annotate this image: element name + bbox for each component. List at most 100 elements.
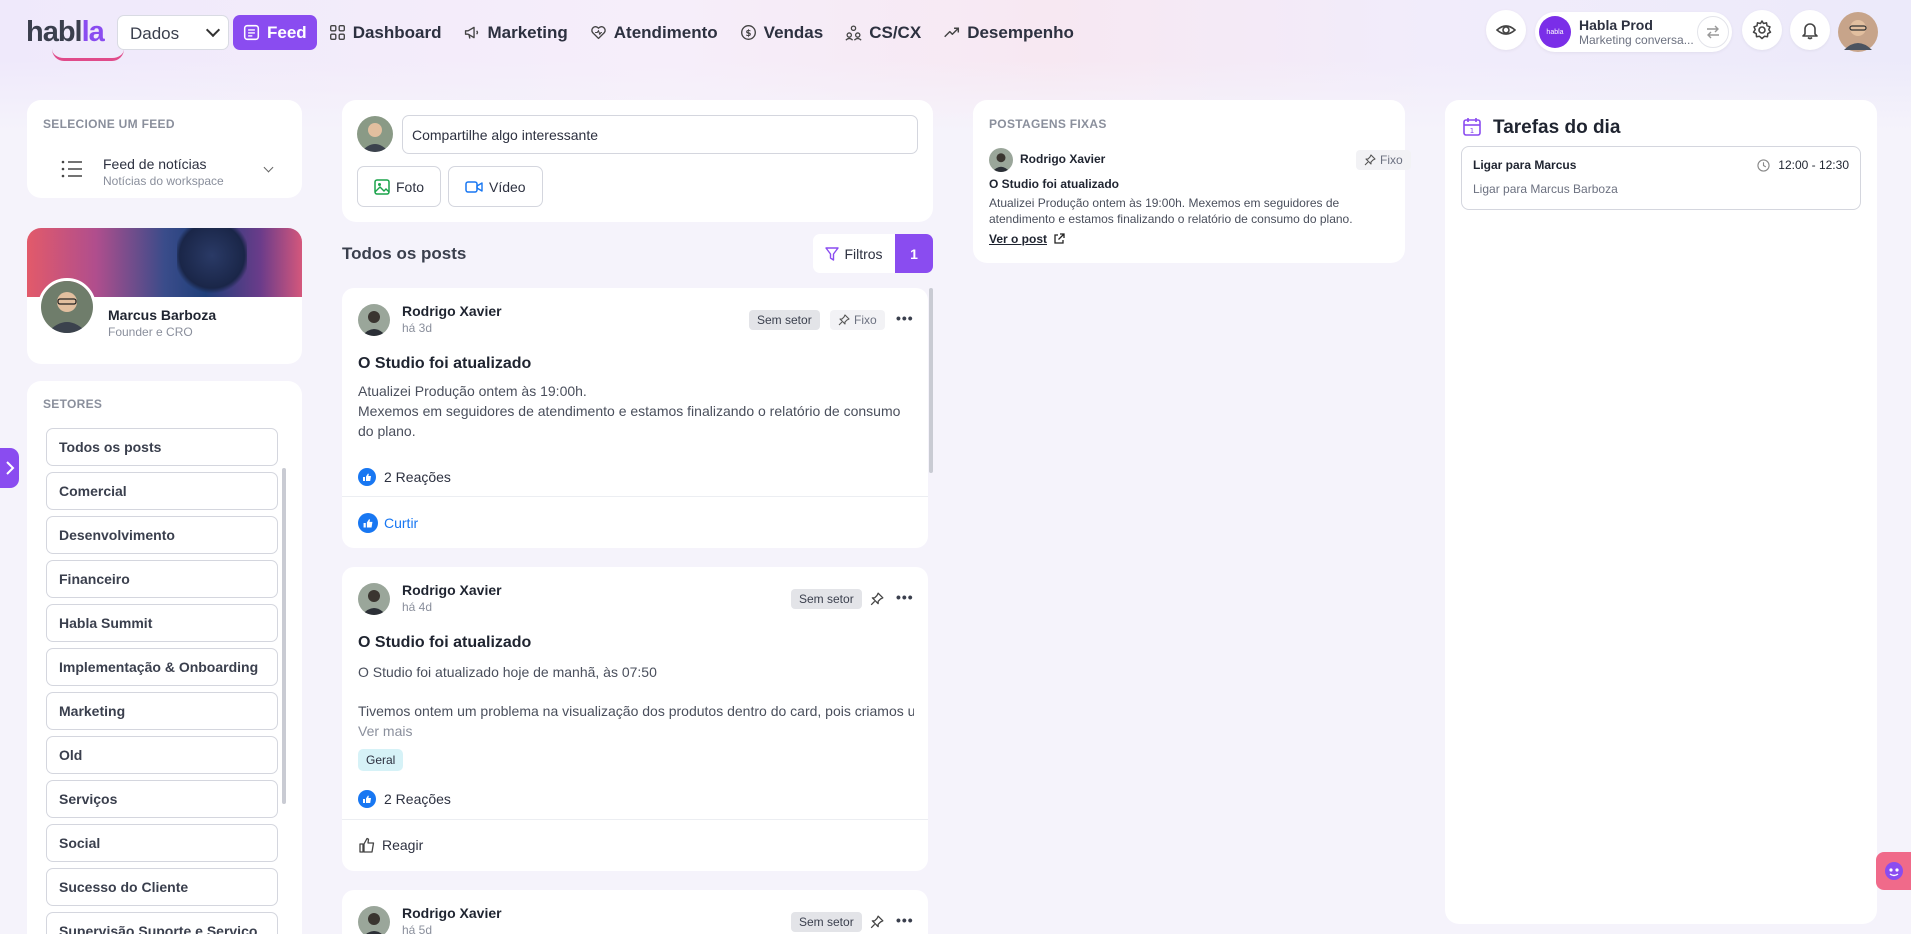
- like-reaction-icon: [358, 468, 376, 486]
- sector-item[interactable]: Todos os posts: [46, 428, 278, 466]
- post-body: Atualizei Produção ontem às 19:00h. Mexe…: [358, 383, 901, 439]
- nav-desempenho[interactable]: Desempenho: [933, 15, 1084, 50]
- megaphone-icon: [465, 26, 479, 39]
- post-author-avatar[interactable]: [358, 906, 390, 934]
- sector-item[interactable]: Marketing: [46, 692, 278, 730]
- chat-bot-icon: [1884, 862, 1903, 880]
- nav-desempenho-label: Desempenho: [967, 22, 1074, 42]
- video-button[interactable]: Vídeo: [448, 166, 543, 207]
- pinned-badge-label: Fixo: [854, 313, 877, 327]
- more-options-icon[interactable]: •••: [896, 310, 914, 326]
- nav-atendimento[interactable]: Atendimento: [580, 15, 728, 50]
- bell-icon: [1802, 23, 1818, 40]
- user-avatar[interactable]: [1838, 12, 1878, 52]
- view-post-link[interactable]: Ver o post: [989, 232, 1065, 246]
- pinned-author-avatar: [989, 148, 1013, 172]
- sector-item[interactable]: Sucesso do Cliente: [46, 868, 278, 906]
- sectors-scrollbar[interactable]: [282, 468, 286, 804]
- composer-input[interactable]: Compartilhe algo interessante: [402, 115, 918, 154]
- task-item[interactable]: Ligar para Marcus 12:00 - 12:30 Ligar pa…: [1461, 146, 1861, 210]
- sector-item[interactable]: Implementação & Onboarding: [46, 648, 278, 686]
- profile-avatar[interactable]: [38, 278, 96, 336]
- sector-item[interactable]: Serviços: [46, 780, 278, 818]
- react-button[interactable]: Reagir: [358, 836, 423, 854]
- more-options-icon[interactable]: •••: [896, 589, 914, 605]
- more-options-icon[interactable]: •••: [896, 912, 914, 928]
- app-logo[interactable]: hablla: [26, 16, 124, 61]
- nav-cscx[interactable]: CS/CX: [835, 15, 931, 50]
- nav-feed-label: Feed: [267, 22, 307, 42]
- account-logo: habla: [1539, 16, 1571, 48]
- post-tag[interactable]: Geral: [358, 749, 404, 771]
- support-chat-button[interactable]: [1876, 852, 1911, 890]
- pin-icon: [1364, 154, 1376, 166]
- clock-icon: [1757, 158, 1770, 172]
- filters-count-badge[interactable]: 1: [895, 234, 933, 273]
- sector-item[interactable]: Old: [46, 736, 278, 774]
- like-reaction-icon: [358, 790, 376, 808]
- external-link-icon: [1054, 233, 1065, 244]
- swap-icon: [1707, 25, 1719, 39]
- svg-text:$: $: [745, 29, 751, 39]
- pinned-fixo-label: Fixo: [1380, 153, 1403, 167]
- photo-button-label: Foto: [396, 178, 425, 195]
- sector-item[interactable]: Desenvolvimento: [46, 516, 278, 554]
- settings-button[interactable]: [1742, 10, 1782, 50]
- task-time: 12:00 - 12:30: [1757, 158, 1849, 172]
- pinned-posts-card: POSTAGENS FIXAS Rodrigo Xavier O Studio …: [973, 100, 1405, 263]
- logo-swoosh: [52, 49, 124, 61]
- see-more-link[interactable]: Ver mais: [358, 721, 412, 741]
- like-button-label: Curtir: [384, 515, 419, 531]
- sector-item[interactable]: Comercial: [46, 472, 278, 510]
- account-subtitle: Marketing conversa...: [1579, 33, 1694, 47]
- profile-avatar-image: [41, 281, 93, 333]
- pinned-fixo-badge[interactable]: Fixo: [1356, 150, 1411, 170]
- photo-button[interactable]: Foto: [357, 166, 442, 207]
- account-switcher[interactable]: habla Habla Prod Marketing conversa...: [1535, 12, 1732, 52]
- workspace-dropdown[interactable]: Dados: [117, 15, 229, 50]
- swap-account-button[interactable]: [1697, 16, 1729, 48]
- like-button[interactable]: Curtir: [358, 513, 418, 533]
- feed-scrollbar[interactable]: [929, 288, 933, 473]
- post-time: há 4d: [402, 600, 433, 614]
- pinned-post-body: Atualizei Produção ontem às 19:00h. Mexe…: [989, 196, 1353, 226]
- feed-selector-title[interactable]: Feed de notícias: [103, 156, 207, 172]
- feed-title: Todos os posts: [342, 244, 467, 263]
- grid-icon: [329, 25, 345, 40]
- nav-marketing[interactable]: Marketing: [453, 15, 577, 50]
- filters-button[interactable]: Filtros: [813, 234, 895, 273]
- pin-icon[interactable]: [870, 915, 884, 934]
- notifications-button[interactable]: [1790, 10, 1830, 50]
- sector-item[interactable]: Financeiro: [46, 560, 278, 598]
- nav-cscx-label: CS/CX: [869, 22, 922, 42]
- users-icon: [845, 25, 862, 41]
- sector-item[interactable]: Habla Summit: [46, 604, 278, 642]
- filters-control: Filtros 1: [813, 234, 933, 273]
- pinned-heading: POSTAGENS FIXAS: [989, 117, 1107, 131]
- sidebar-toggle-button[interactable]: [0, 448, 19, 488]
- feed-selector-heading: SELECIONE UM FEED: [43, 117, 175, 131]
- gear-icon: [1752, 20, 1772, 40]
- pinned-badge[interactable]: Fixo: [830, 310, 885, 330]
- video-icon: [465, 180, 483, 193]
- post-card: Rodrigo Xavier há 5d Sem setor •••: [342, 890, 928, 934]
- post-author-avatar[interactable]: [358, 304, 390, 336]
- task-subtitle: Ligar para Marcus Barboza: [1473, 182, 1618, 196]
- pin-icon[interactable]: [870, 592, 884, 611]
- reactions-summary[interactable]: 2 Reações: [358, 468, 451, 486]
- nav-dashboard[interactable]: Dashboard: [319, 15, 452, 50]
- post-author-name[interactable]: Rodrigo Xavier: [402, 303, 502, 319]
- sector-item[interactable]: Supervisão Suporte e Serviço: [46, 912, 278, 934]
- reactions-summary[interactable]: 2 Reações: [358, 790, 451, 808]
- post-author-name[interactable]: Rodrigo Xavier: [402, 582, 502, 598]
- nav-vendas[interactable]: $ Vendas: [730, 15, 834, 50]
- chevron-down-icon[interactable]: [263, 162, 274, 173]
- nav-feed[interactable]: Feed: [233, 15, 317, 50]
- preview-button[interactable]: [1486, 10, 1526, 50]
- post-author-name[interactable]: Rodrigo Xavier: [402, 905, 502, 921]
- post-divider: [342, 496, 928, 497]
- image-icon: [374, 178, 390, 195]
- post-author-avatar[interactable]: [358, 583, 390, 615]
- list-icon: [61, 160, 82, 178]
- sector-item[interactable]: Social: [46, 824, 278, 862]
